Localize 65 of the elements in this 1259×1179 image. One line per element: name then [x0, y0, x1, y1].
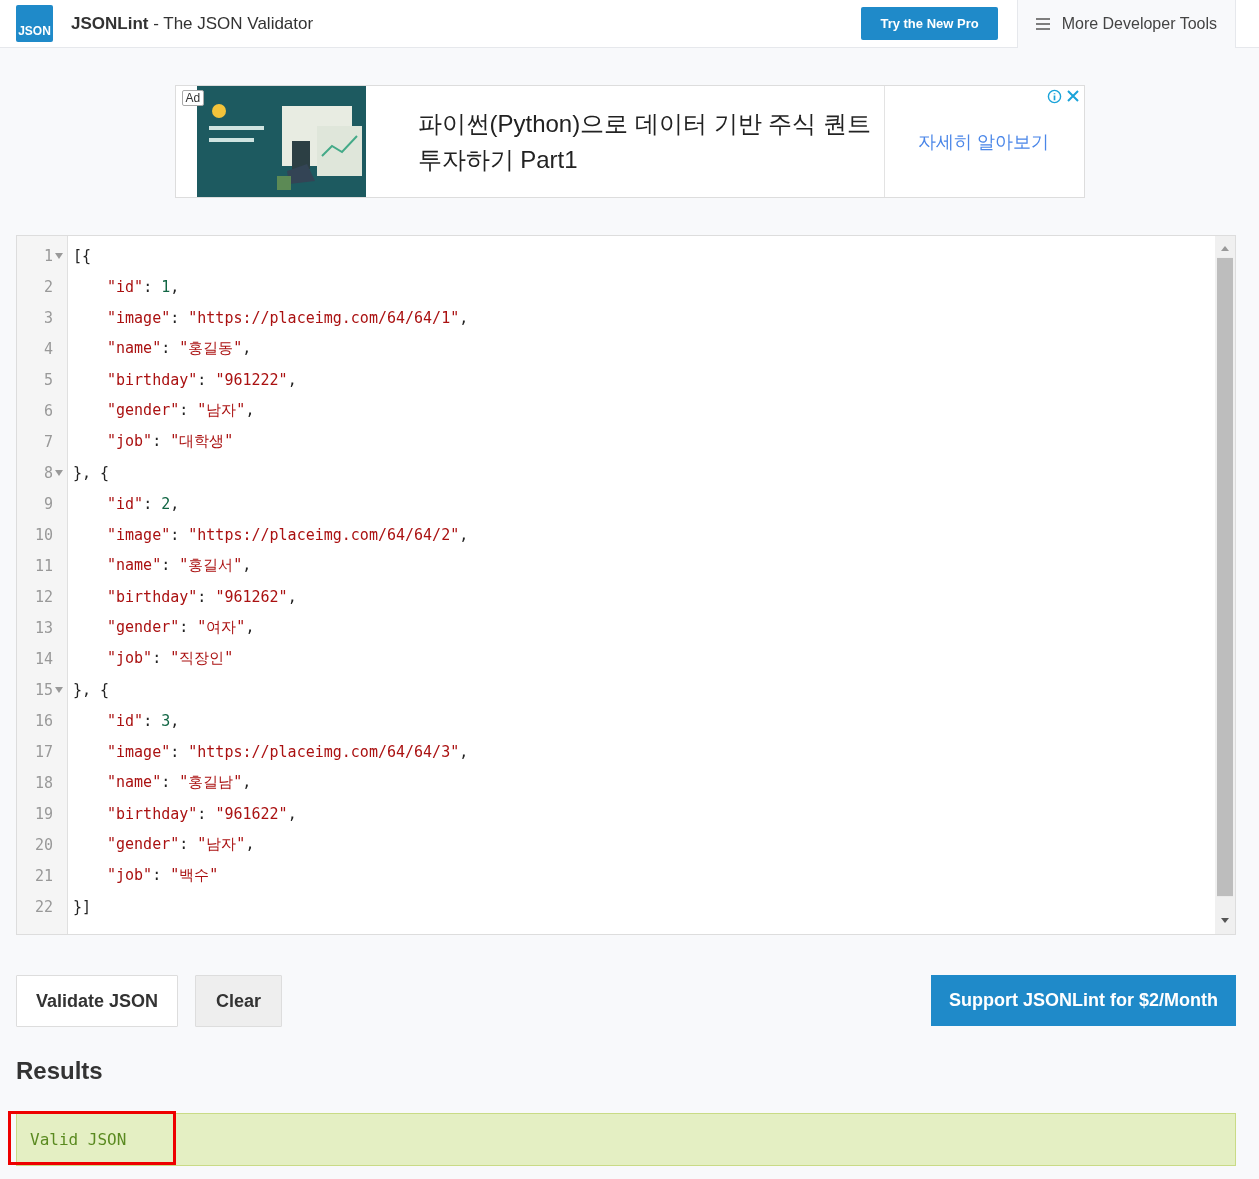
validate-button[interactable]: Validate JSON: [16, 975, 179, 1027]
fold-caret-icon[interactable]: [55, 686, 63, 693]
line-number: 18: [34, 773, 53, 792]
line-number: 15: [34, 680, 53, 699]
developer-tools-button[interactable]: More Developer Tools: [1016, 0, 1236, 48]
code-line: "birthday": "961222",: [106, 370, 297, 389]
code-line: }, {: [72, 463, 110, 482]
clear-button[interactable]: Clear: [195, 975, 283, 1027]
code-line: "job": "백수": [106, 866, 219, 885]
code-line: "gender": "남자",: [106, 835, 255, 854]
code-line: "id": 3,: [106, 711, 180, 730]
line-number: 22: [34, 897, 53, 916]
code-line: "gender": "여자",: [106, 618, 255, 637]
line-number: 12: [34, 587, 53, 606]
fold-caret-icon[interactable]: [55, 469, 63, 476]
line-number: 10: [34, 525, 53, 544]
ad-banner[interactable]: Ad 파이썬(Python)으로 데이터 기반 주식 퀀트 투자하기 Part1 자세히 알아보기: [174, 85, 1085, 198]
code-line: }, {: [72, 680, 110, 699]
code-line: "image": "https://placeimg.com/64/64/3",: [106, 742, 469, 761]
support-button[interactable]: Support JSONLint for $2/Month: [931, 975, 1236, 1026]
line-number: 16: [34, 711, 53, 730]
fold-caret-icon[interactable]: [55, 252, 63, 259]
try-pro-button[interactable]: Try the New Pro: [861, 7, 998, 40]
results-heading: Results: [16, 1057, 104, 1085]
code-line: "id": 2,: [106, 494, 180, 513]
code-line: "gender": "남자",: [106, 401, 255, 420]
line-number: 3: [43, 308, 53, 327]
line-number: 9: [43, 494, 53, 513]
learn-more-link[interactable]: 자세히 알아보기: [918, 129, 1050, 154]
info-icon[interactable]: [1046, 89, 1062, 104]
code-line: "name": "홍길남",: [106, 773, 252, 792]
scrollbar[interactable]: [1215, 236, 1235, 934]
result-message: Valid JSON: [30, 1130, 127, 1149]
line-number: 8: [43, 463, 53, 482]
code-line: }]: [72, 897, 92, 916]
ad-title[interactable]: 파이썬(Python)으로 데이터 기반 주식 퀀트 투자하기 Part1: [365, 86, 885, 197]
code-line: "image": "https://placeimg.com/64/64/1",: [106, 308, 469, 327]
line-number: 11: [34, 556, 53, 575]
line-number: 21: [34, 866, 53, 885]
line-number: 6: [43, 401, 53, 420]
code-line: "job": "대학생": [106, 432, 234, 451]
line-number: 13: [34, 618, 53, 637]
ad-badge: Ad: [181, 90, 205, 106]
code-line: "birthday": "961262",: [106, 587, 297, 606]
line-number: 5: [43, 370, 53, 389]
menu-icon: [1035, 17, 1050, 30]
code-line: "name": "홍길서",: [106, 556, 252, 575]
site-title: JSONLint - The JSON Validator: [71, 13, 314, 34]
json-logo[interactable]: JSON: [16, 5, 53, 42]
close-icon[interactable]: [1065, 89, 1080, 103]
json-editor[interactable]: [16, 235, 1236, 935]
code-line: "id": 1,: [106, 277, 180, 296]
line-number: 14: [34, 649, 53, 668]
code-line: "name": "홍길동",: [106, 339, 252, 358]
line-number: 7: [43, 432, 53, 451]
code-line: [{: [72, 246, 92, 265]
code-line: "image": "https://placeimg.com/64/64/2",: [106, 525, 469, 544]
line-number: 2: [43, 277, 53, 296]
line-number: 1: [43, 246, 53, 265]
line-number: 4: [43, 339, 53, 358]
line-number: 20: [34, 835, 53, 854]
line-number: 19: [34, 804, 53, 823]
code-line: "job": "직장인": [106, 649, 234, 668]
line-number: 17: [34, 742, 53, 761]
code-line: "birthday": "961622",: [106, 804, 297, 823]
